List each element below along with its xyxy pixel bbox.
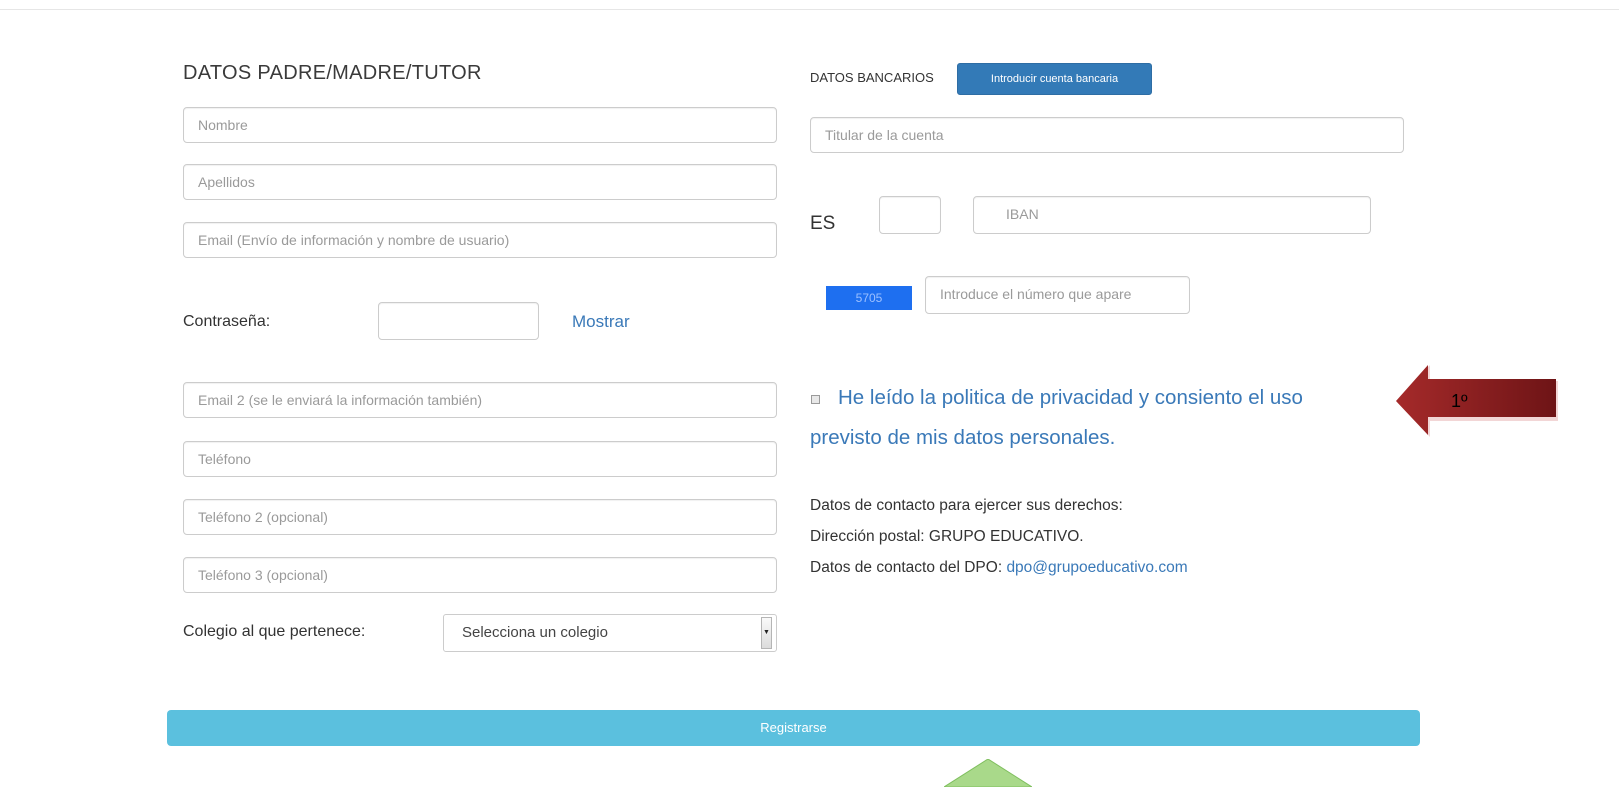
privacy-consent-checkbox[interactable]	[811, 395, 820, 404]
contact-dpo-label: Datos de contacto del DPO:	[810, 559, 1007, 576]
colegio-selected-value: Selecciona un colegio	[462, 624, 608, 641]
contact-rights-text: Datos de contacto para ejercer sus derec…	[810, 497, 1123, 514]
iban-input[interactable]: IBAN	[973, 196, 1371, 234]
country-prefix: ES	[810, 213, 836, 234]
add-bank-account-button[interactable]: Introducir cuenta bancaria	[957, 63, 1152, 95]
captcha-input[interactable]: Introduce el número que apare	[925, 276, 1190, 314]
colegio-label: Colegio al que pertenece:	[183, 623, 366, 640]
dropdown-arrow-icon[interactable]: ▼	[761, 617, 772, 649]
iban-control-input[interactable]	[879, 196, 941, 234]
captcha-image: 5705	[826, 286, 912, 310]
bank-section-title: DATOS BANCARIOS	[810, 70, 934, 85]
red-arrow-annotation	[1396, 365, 1558, 437]
nombre-input[interactable]: Nombre	[183, 107, 777, 143]
telefono-input[interactable]: Teléfono	[183, 441, 777, 477]
telefono3-input[interactable]: Teléfono 3 (opcional)	[183, 557, 777, 593]
contact-postal-text: Dirección postal: GRUPO EDUCATIVO.	[810, 528, 1084, 545]
show-password-link[interactable]: Mostrar	[572, 312, 630, 332]
step-label: 1º	[1451, 391, 1468, 411]
green-arrow-annotation	[944, 759, 1032, 787]
password-input[interactable]	[378, 302, 539, 340]
telefono2-input[interactable]: Teléfono 2 (opcional)	[183, 499, 777, 535]
account-holder-input[interactable]: Titular de la cuenta	[810, 117, 1404, 153]
consent-text-line2[interactable]: previsto de mis datos personales.	[810, 426, 1115, 450]
dpo-email-link[interactable]: dpo@grupoeducativo.com	[1006, 559, 1187, 576]
top-divider	[0, 9, 1619, 10]
parent-section-title: DATOS PADRE/MADRE/TUTOR	[183, 62, 482, 84]
password-label: Contraseña:	[183, 313, 271, 330]
register-button[interactable]: Registrarse	[167, 710, 1420, 746]
colegio-select[interactable]: Selecciona un colegio ▼	[443, 614, 777, 652]
consent-text-line1[interactable]: He leído la politica de privacidad y con…	[838, 386, 1303, 410]
email-input[interactable]: Email (Envío de información y nombre de …	[183, 222, 777, 258]
email2-input[interactable]: Email 2 (se le enviará la información ta…	[183, 382, 777, 418]
contact-dpo-text: Datos de contacto del DPO: dpo@grupoeduc…	[810, 559, 1188, 577]
apellidos-input[interactable]: Apellidos	[183, 164, 777, 200]
